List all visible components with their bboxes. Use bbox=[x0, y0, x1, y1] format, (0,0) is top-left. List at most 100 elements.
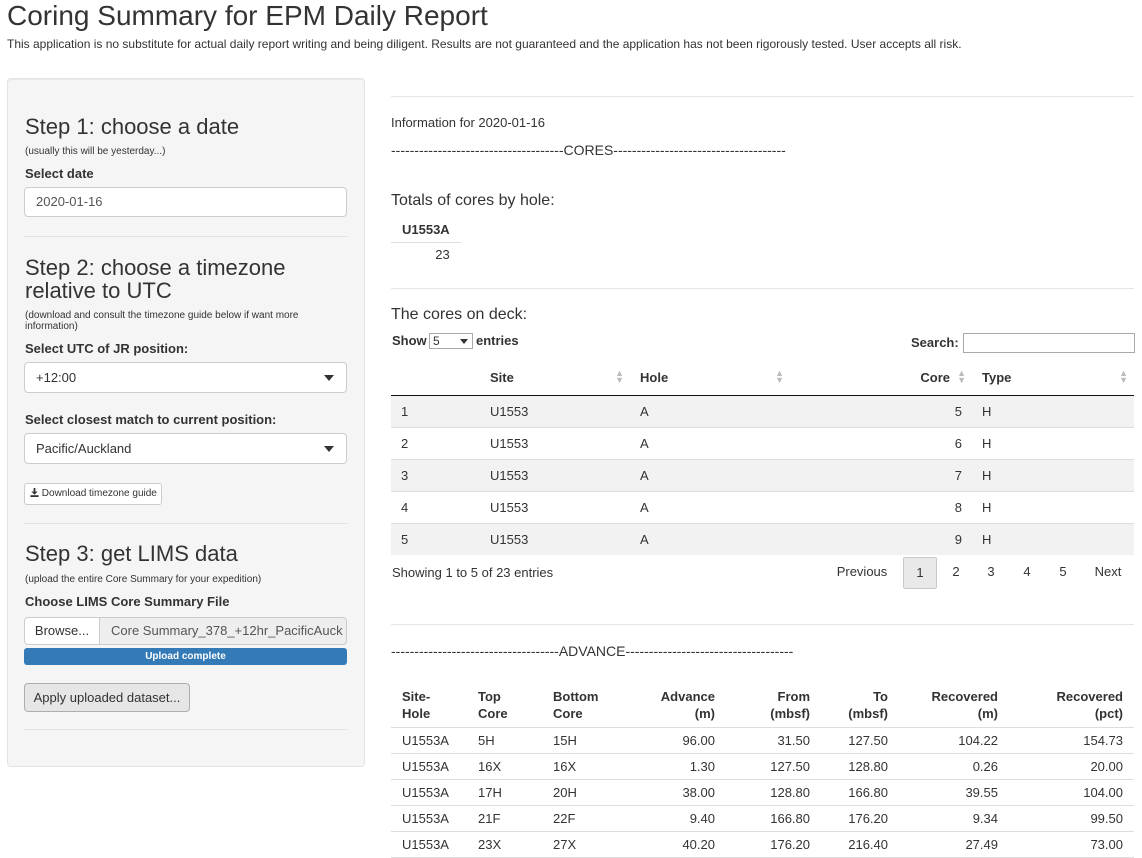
date-input[interactable]: 2020-01-16 bbox=[24, 187, 347, 217]
cell-core: 6 bbox=[790, 426, 972, 459]
column-header-top-core: Top Core bbox=[467, 686, 542, 728]
browse-button[interactable]: Browse... bbox=[24, 617, 100, 645]
column-header-bottom-core: Bottom Core bbox=[542, 686, 622, 728]
sort-icon: ▲ ▼ bbox=[957, 368, 966, 385]
cell-advance: 96.00 bbox=[622, 727, 726, 754]
page-button-2[interactable]: 2 bbox=[939, 557, 973, 589]
step2-note-continued: information) bbox=[25, 321, 78, 332]
cell-recovered-pct: 99.50 bbox=[1009, 805, 1134, 832]
advance-divider-text: ------------------------------------ADVA… bbox=[391, 643, 794, 659]
apply-dataset-button[interactable]: Apply uploaded dataset... bbox=[24, 683, 190, 712]
cell-core: 8 bbox=[790, 490, 972, 523]
cell-recovered-m: 9.34 bbox=[899, 805, 1009, 832]
step2-heading: Step 2: choose a timezone bbox=[25, 255, 286, 280]
page-button-4[interactable]: 4 bbox=[1010, 557, 1044, 589]
column-header-index[interactable] bbox=[391, 360, 480, 396]
cell-type: H bbox=[972, 490, 1134, 523]
select-date-label: Select date bbox=[25, 166, 94, 181]
next-page-button[interactable]: Next bbox=[1088, 557, 1128, 589]
cell-top-core: 17H bbox=[467, 779, 542, 806]
table-row: U1553A 16X 16X 1.30 127.50 128.80 0.26 2… bbox=[391, 753, 1134, 780]
download-timezone-guide-button[interactable]: Download timezone guide bbox=[24, 483, 162, 505]
cell-recovered-pct: 154.73 bbox=[1009, 727, 1134, 754]
cell-from: 166.80 bbox=[726, 805, 821, 832]
cell-to: 128.80 bbox=[821, 753, 899, 780]
cell-bottom-core: 27X bbox=[542, 831, 622, 858]
previous-page-button[interactable]: Previous bbox=[828, 557, 896, 589]
divider bbox=[391, 96, 1134, 97]
table-row: U1553A 21F 22F 9.40 166.80 176.20 9.34 9… bbox=[391, 805, 1134, 832]
step3-heading: Step 3: get LIMS data bbox=[25, 541, 238, 566]
entries-label: entries bbox=[476, 333, 519, 348]
column-header-hole[interactable]: Hole ▲ ▼ bbox=[630, 360, 790, 396]
utc-select-label: Select UTC of JR position: bbox=[25, 341, 189, 356]
cell-index: 2 bbox=[391, 426, 480, 459]
cores-title: The cores on deck: bbox=[391, 306, 528, 323]
cell-type: H bbox=[972, 394, 1134, 427]
cell-site-hole: U1553A bbox=[391, 753, 467, 780]
info-line: Information for 2020-01-16 bbox=[391, 115, 545, 130]
cell-site-hole: U1553A bbox=[391, 831, 467, 858]
cell-top-core: 16X bbox=[467, 753, 542, 780]
column-header-type[interactable]: Type ▲ ▼ bbox=[972, 360, 1134, 396]
entries-select[interactable]: 5 bbox=[429, 333, 473, 349]
cell-type: H bbox=[972, 426, 1134, 459]
search-label: Search: bbox=[911, 335, 959, 350]
cell-index: 4 bbox=[391, 490, 480, 523]
table-info: Showing 1 to 5 of 23 entries bbox=[392, 565, 554, 580]
cell-bottom-core: 16X bbox=[542, 753, 622, 780]
cell-advance: 1.30 bbox=[622, 753, 726, 780]
chevron-down-icon bbox=[324, 446, 334, 452]
cores-table: Site ▲ ▼ Hole ▲ ▼ Core ▲ ▼ Type ▲ ▼ 1 U1553 A 5 … bbox=[391, 360, 1134, 555]
chevron-down-icon bbox=[324, 375, 334, 381]
step1-heading: Step 1: choose a date bbox=[25, 114, 240, 139]
cell-site: U1553 bbox=[480, 394, 630, 427]
cell-hole: A bbox=[630, 522, 790, 555]
column-header-site[interactable]: Site ▲ ▼ bbox=[480, 360, 630, 396]
table-row: 2 U1553 A 6 H bbox=[391, 426, 1134, 459]
download-icon bbox=[30, 488, 39, 497]
cell-recovered-m: 39.55 bbox=[899, 779, 1009, 806]
chevron-down-icon bbox=[460, 339, 468, 344]
cell-core: 9 bbox=[790, 522, 972, 555]
search-input[interactable] bbox=[963, 333, 1135, 353]
file-name-field[interactable]: Core Summary_378_+12hr_PacificAuck bbox=[99, 617, 347, 645]
page-button-3[interactable]: 3 bbox=[974, 557, 1008, 589]
cell-advance: 9.40 bbox=[622, 805, 726, 832]
page-button-5[interactable]: 5 bbox=[1046, 557, 1080, 589]
sort-icon: ▲ ▼ bbox=[775, 368, 784, 385]
cell-site: U1553 bbox=[480, 490, 630, 523]
page-button-1[interactable]: 1 bbox=[903, 557, 937, 589]
column-header-from: From (mbsf) bbox=[726, 686, 821, 728]
totals-value: 23 bbox=[435, 246, 450, 262]
file-input-group: Browse... Core Summary_378_+12hr_Pacific… bbox=[24, 617, 347, 645]
utc-select[interactable]: +12:00 bbox=[24, 362, 347, 393]
download-button-label: Download timezone guide bbox=[41, 488, 157, 499]
cell-top-core: 21F bbox=[467, 805, 542, 832]
cell-index: 5 bbox=[391, 522, 480, 555]
divider bbox=[391, 624, 1134, 625]
timezone-select[interactable]: Pacific/Auckland bbox=[24, 433, 347, 464]
cell-top-core: 5H bbox=[467, 727, 542, 754]
step1-note: (usually this will be yesterday...) bbox=[25, 146, 166, 157]
cell-core: 7 bbox=[790, 458, 972, 491]
upload-progress-bar: Upload complete bbox=[24, 648, 347, 665]
cell-index: 1 bbox=[391, 394, 480, 427]
timezone-select-value: Pacific/Auckland bbox=[36, 441, 132, 456]
cell-advance: 38.00 bbox=[622, 779, 726, 806]
table-row: 3 U1553 A 7 H bbox=[391, 458, 1134, 491]
table-row: U1553A 23X 27X 40.20 176.20 216.40 27.49… bbox=[391, 831, 1134, 858]
divider bbox=[24, 236, 347, 237]
step3-note: (upload the entire Core Summary for your… bbox=[25, 574, 262, 585]
step2-note: (download and consult the timezone guide… bbox=[25, 310, 299, 321]
advance-table: Site- Hole Top Core Bottom Core Advance (m) … bbox=[391, 686, 1134, 858]
cell-bottom-core: 20H bbox=[542, 779, 622, 806]
cores-divider-text: -------------------------------------COR… bbox=[391, 142, 786, 158]
cell-site-hole: U1553A bbox=[391, 727, 467, 754]
cell-hole: A bbox=[630, 458, 790, 491]
cell-bottom-core: 15H bbox=[542, 727, 622, 754]
timezone-select-label: Select closest match to current position… bbox=[25, 412, 277, 427]
column-header-recovered-m: Recovered (m) bbox=[899, 686, 1009, 728]
cell-to: 176.20 bbox=[821, 805, 899, 832]
column-header-core[interactable]: Core ▲ ▼ bbox=[790, 360, 972, 396]
